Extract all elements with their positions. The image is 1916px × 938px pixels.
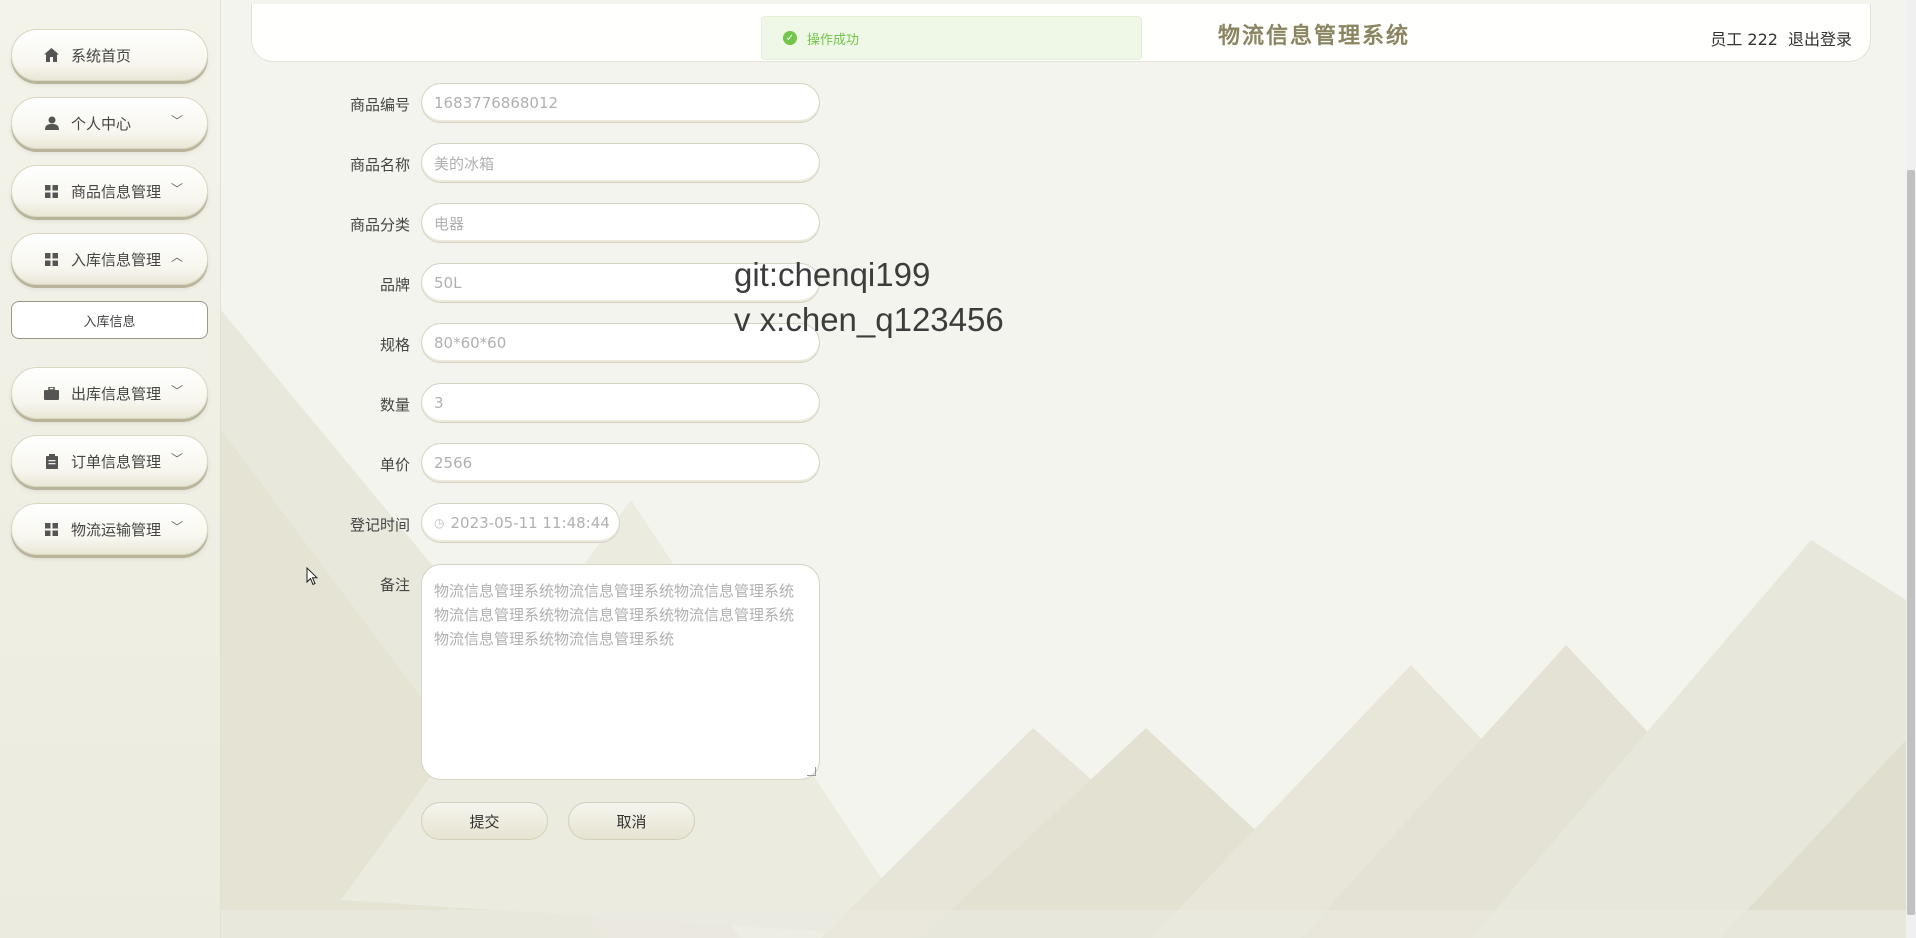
clipboard-icon <box>44 453 59 469</box>
remarks-value: 物流信息管理系统物流信息管理系统物流信息管理系统物流信息管理系统物流信息管理系统… <box>434 582 795 648</box>
product-name-input[interactable]: 美的冰箱 <box>421 143 820 183</box>
sidebar-item-products[interactable]: 商品信息管理 ﹀ <box>11 165 208 217</box>
success-toast: ✓ 操作成功 <box>761 16 1142 60</box>
watermark-line-1: git:chenqi199 <box>734 256 931 293</box>
cancel-button[interactable]: 取消 <box>568 802 695 840</box>
scrollbar[interactable] <box>1906 0 1916 938</box>
field-label-quantity: 数量 <box>379 396 410 414</box>
sidebar-item-orders[interactable]: 订单信息管理 ﹀ <box>11 435 208 487</box>
field-label-product-code: 商品编号 <box>349 96 410 114</box>
field-label-spec: 规格 <box>379 336 410 354</box>
chevron-up-icon: ︿ <box>170 250 183 264</box>
quantity-input[interactable]: 3 <box>421 383 820 423</box>
sidebar-item-label: 物流运输管理 <box>71 520 162 539</box>
field-label-unit-price: 单价 <box>379 456 410 474</box>
home-icon <box>44 48 59 63</box>
chevron-down-icon: ﹀ <box>170 182 183 196</box>
category-input[interactable]: 电器 <box>421 203 820 243</box>
grid-icon <box>44 252 59 267</box>
chevron-down-icon: ﹀ <box>170 114 183 128</box>
sidebar-item-label: 入库信息管理 <box>71 250 162 269</box>
unit-price-input[interactable]: 2566 <box>421 443 820 483</box>
mouse-cursor-icon <box>306 567 318 586</box>
watermark-line-2: v x:chen_q123456 <box>734 301 1004 338</box>
register-time-value: 2023-05-11 11:48:44 <box>450 514 610 532</box>
site-title: 物流信息管理系统 <box>1218 24 1411 49</box>
field-label-register-time: 登记时间 <box>349 516 410 534</box>
toast-message: 操作成功 <box>807 32 860 48</box>
product-code-input[interactable]: 1683776868012 <box>421 83 820 123</box>
register-time-picker[interactable]: ◷ 2023-05-11 11:48:44 <box>421 503 620 543</box>
grid-icon <box>44 184 59 199</box>
field-label-category: 商品分类 <box>349 216 410 234</box>
grid-icon <box>44 522 59 537</box>
sidebar-item-label: 系统首页 <box>71 46 132 65</box>
clock-icon: ◷ <box>434 516 445 530</box>
user-area: 员工 222 退出登录 <box>1710 26 1852 50</box>
sidebar-item-label: 个人中心 <box>71 114 132 133</box>
sidebar-item-profile[interactable]: 个人中心 ﹀ <box>11 97 208 149</box>
submenu-item-label: 入库信息 <box>83 314 136 330</box>
field-label-brand: 品牌 <box>379 276 410 294</box>
submenu-item-inbound-info[interactable]: 入库信息 <box>11 301 208 339</box>
sidebar-item-label: 商品信息管理 <box>71 182 162 201</box>
check-circle-icon: ✓ <box>783 31 797 45</box>
chevron-down-icon: ﹀ <box>170 520 183 534</box>
submit-button[interactable]: 提交 <box>421 802 548 840</box>
sidebar-item-logistics[interactable]: 物流运输管理 ﹀ <box>11 503 208 555</box>
scrollbar-thumb[interactable] <box>1907 170 1915 915</box>
sidebar-item-label: 出库信息管理 <box>71 384 162 403</box>
sidebar-item-outbound[interactable]: 出库信息管理 ﹀ <box>11 367 208 419</box>
field-label-product-name: 商品名称 <box>349 156 410 174</box>
user-icon <box>44 116 59 131</box>
chevron-down-icon: ﹀ <box>170 384 183 398</box>
sidebar-item-inbound[interactable]: 入库信息管理 ︿ <box>11 233 208 285</box>
briefcase-icon <box>44 386 59 401</box>
resize-handle-icon[interactable] <box>807 767 816 776</box>
remarks-textarea[interactable]: 物流信息管理系统物流信息管理系统物流信息管理系统物流信息管理系统物流信息管理系统… <box>421 564 820 780</box>
user-label: 员工 222 <box>1710 30 1778 49</box>
sidebar-item-home[interactable]: 系统首页 <box>11 29 208 81</box>
sidebar-item-label: 订单信息管理 <box>71 452 162 471</box>
logout-link[interactable]: 退出登录 <box>1788 26 1852 50</box>
chevron-down-icon: ﹀ <box>170 452 183 466</box>
sidebar: 系统首页 个人中心 ﹀ 商品信息管理 ﹀ 入库信息管理 ︿ 入库信息 出库信息管… <box>0 0 221 938</box>
